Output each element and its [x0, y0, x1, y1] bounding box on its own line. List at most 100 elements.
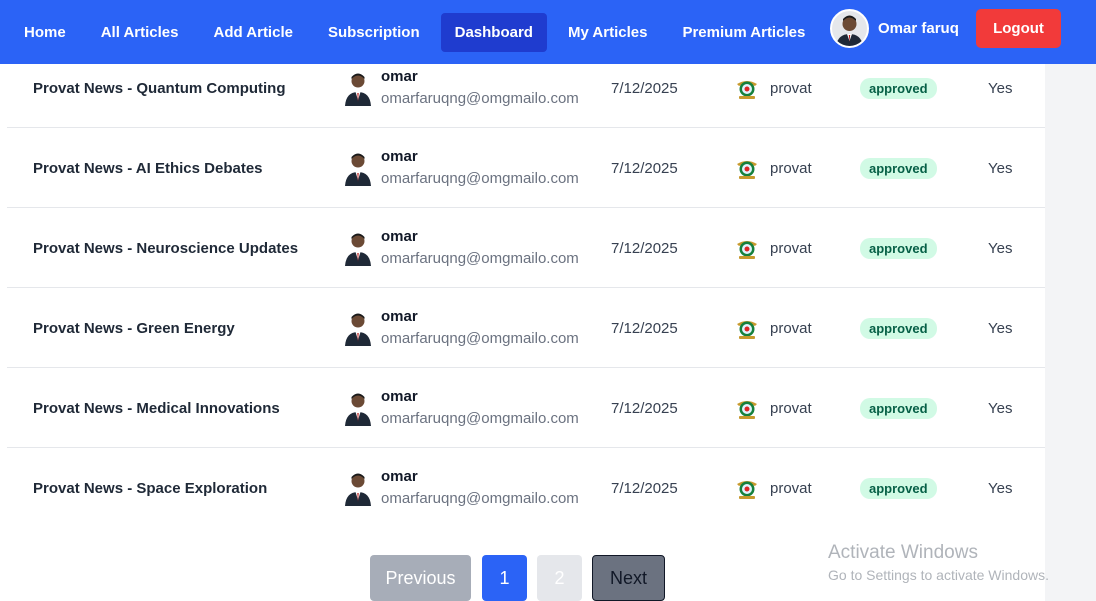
- publisher-name: provat: [770, 319, 812, 337]
- status-cell: approved: [860, 208, 937, 288]
- article-title: Provat News - Space Exploration: [33, 479, 268, 497]
- author-info: omar omarfaruqng@omgmailo.com: [381, 306, 579, 350]
- author-avatar: [343, 390, 373, 426]
- activate-windows-watermark: Activate Windows Go to Settings to activ…: [828, 542, 1049, 586]
- premium-flag: Yes: [988, 159, 1013, 177]
- author-cell: omar omarfaruqng@omgmailo.com: [343, 368, 579, 448]
- author-cell: omar omarfaruqng@omgmailo.com: [343, 128, 579, 208]
- article-date: 7/12/2025: [611, 399, 678, 417]
- nav-subscription[interactable]: Subscription: [314, 13, 434, 52]
- author-name: omar: [381, 468, 418, 485]
- author-name: omar: [381, 228, 418, 245]
- publisher-logo-icon: [734, 75, 760, 101]
- article-title: Provat News - AI Ethics Debates: [33, 159, 263, 177]
- logout-button[interactable]: Logout: [976, 9, 1061, 48]
- publisher-logo-icon: [734, 235, 760, 261]
- status-badge: approved: [860, 77, 937, 99]
- author-info: omar omarfaruqng@omgmailo.com: [381, 226, 579, 270]
- publisher-cell: provat: [734, 128, 812, 208]
- table-row: Provat News - Green Energy omar omarfaru…: [7, 288, 1045, 368]
- page-scroll-track: [1045, 64, 1096, 601]
- publisher-cell: provat: [734, 208, 812, 288]
- author-info: omar omarfaruqng@omgmailo.com: [381, 66, 579, 110]
- nav-links: Home All Articles Add Article Subscripti…: [10, 12, 826, 52]
- author-info: omar omarfaruqng@omgmailo.com: [381, 146, 579, 190]
- status-cell: approved: [860, 368, 937, 448]
- publisher-name: provat: [770, 159, 812, 177]
- nav-all-articles[interactable]: All Articles: [87, 13, 193, 52]
- article-date: 7/12/2025: [611, 319, 678, 337]
- article-title: Provat News - Medical Innovations: [33, 399, 280, 417]
- table-row: Provat News - AI Ethics Debates omar oma…: [7, 128, 1045, 208]
- publisher-name: provat: [770, 79, 812, 97]
- next-button[interactable]: Next: [592, 555, 665, 601]
- table-row: Provat News - Medical Innovations omar o…: [7, 368, 1045, 448]
- article-date: 7/12/2025: [611, 479, 678, 497]
- author-name: omar: [381, 308, 418, 325]
- publisher-name: provat: [770, 399, 812, 417]
- page-1-button[interactable]: 1: [482, 555, 527, 601]
- nav-dashboard[interactable]: Dashboard: [440, 12, 547, 52]
- publisher-logo-icon: [734, 395, 760, 421]
- author-avatar: [343, 150, 373, 186]
- author-cell: omar omarfaruqng@omgmailo.com: [343, 288, 579, 368]
- author-info: omar omarfaruqng@omgmailo.com: [381, 466, 579, 510]
- article-title: Provat News - Neuroscience Updates: [33, 239, 299, 257]
- premium-flag: Yes: [988, 239, 1013, 257]
- article-title: Provat News - Green Energy: [33, 319, 235, 337]
- publisher-logo-icon: [734, 155, 760, 181]
- status-cell: approved: [860, 128, 937, 208]
- author-avatar: [343, 470, 373, 506]
- publisher-name: provat: [770, 239, 812, 257]
- publisher-cell: provat: [734, 448, 812, 528]
- premium-flag: Yes: [988, 399, 1013, 417]
- author-email: omarfaruqng@omgmailo.com: [381, 170, 579, 187]
- author-avatar: [343, 230, 373, 266]
- premium-flag: Yes: [988, 479, 1013, 497]
- nav-user[interactable]: Omar faruq: [830, 9, 959, 48]
- table-row: Provat News - Neuroscience Updates omar …: [7, 208, 1045, 288]
- table-row: Provat News - Space Exploration omar oma…: [7, 448, 1045, 528]
- page-2-button[interactable]: 2: [537, 555, 582, 601]
- author-name: omar: [381, 388, 418, 405]
- author-email: omarfaruqng@omgmailo.com: [381, 330, 579, 347]
- publisher-logo-icon: [734, 475, 760, 501]
- nav-home[interactable]: Home: [10, 13, 80, 52]
- author-name: omar: [381, 148, 418, 165]
- publisher-cell: provat: [734, 288, 812, 368]
- status-badge: approved: [860, 317, 937, 339]
- publisher-cell: provat: [734, 368, 812, 448]
- author-avatar: [343, 310, 373, 346]
- dashboard-page: Home All Articles Add Article Subscripti…: [0, 0, 1096, 601]
- top-navbar: Home All Articles Add Article Subscripti…: [0, 0, 1096, 64]
- user-avatar[interactable]: [830, 9, 869, 48]
- article-date: 7/12/2025: [611, 159, 678, 177]
- status-cell: approved: [860, 448, 937, 528]
- status-badge: approved: [860, 397, 937, 419]
- article-date: 7/12/2025: [611, 239, 678, 257]
- nav-my-articles[interactable]: My Articles: [554, 13, 661, 52]
- articles-table: Provat News - Quantum Computing omar oma…: [7, 48, 1045, 528]
- user-name: Omar faruq: [878, 20, 959, 37]
- watermark-title: Activate Windows: [828, 542, 978, 563]
- publisher-name: provat: [770, 479, 812, 497]
- premium-flag: Yes: [988, 319, 1013, 337]
- status-badge: approved: [860, 237, 937, 259]
- author-email: omarfaruqng@omgmailo.com: [381, 490, 579, 507]
- author-info: omar omarfaruqng@omgmailo.com: [381, 386, 579, 430]
- status-badge: approved: [860, 477, 937, 499]
- author-cell: omar omarfaruqng@omgmailo.com: [343, 208, 579, 288]
- author-cell: omar omarfaruqng@omgmailo.com: [343, 448, 579, 528]
- author-avatar: [343, 70, 373, 106]
- nav-add-article[interactable]: Add Article: [200, 13, 307, 52]
- publisher-logo-icon: [734, 315, 760, 341]
- nav-premium-articles[interactable]: Premium Articles: [668, 13, 819, 52]
- status-badge: approved: [860, 157, 937, 179]
- previous-button[interactable]: Previous: [370, 555, 471, 601]
- status-cell: approved: [860, 288, 937, 368]
- author-email: omarfaruqng@omgmailo.com: [381, 250, 579, 267]
- author-name: omar: [381, 68, 418, 85]
- author-email: omarfaruqng@omgmailo.com: [381, 410, 579, 427]
- watermark-subtitle: Go to Settings to activate Windows.: [828, 567, 1049, 583]
- author-email: omarfaruqng@omgmailo.com: [381, 90, 579, 107]
